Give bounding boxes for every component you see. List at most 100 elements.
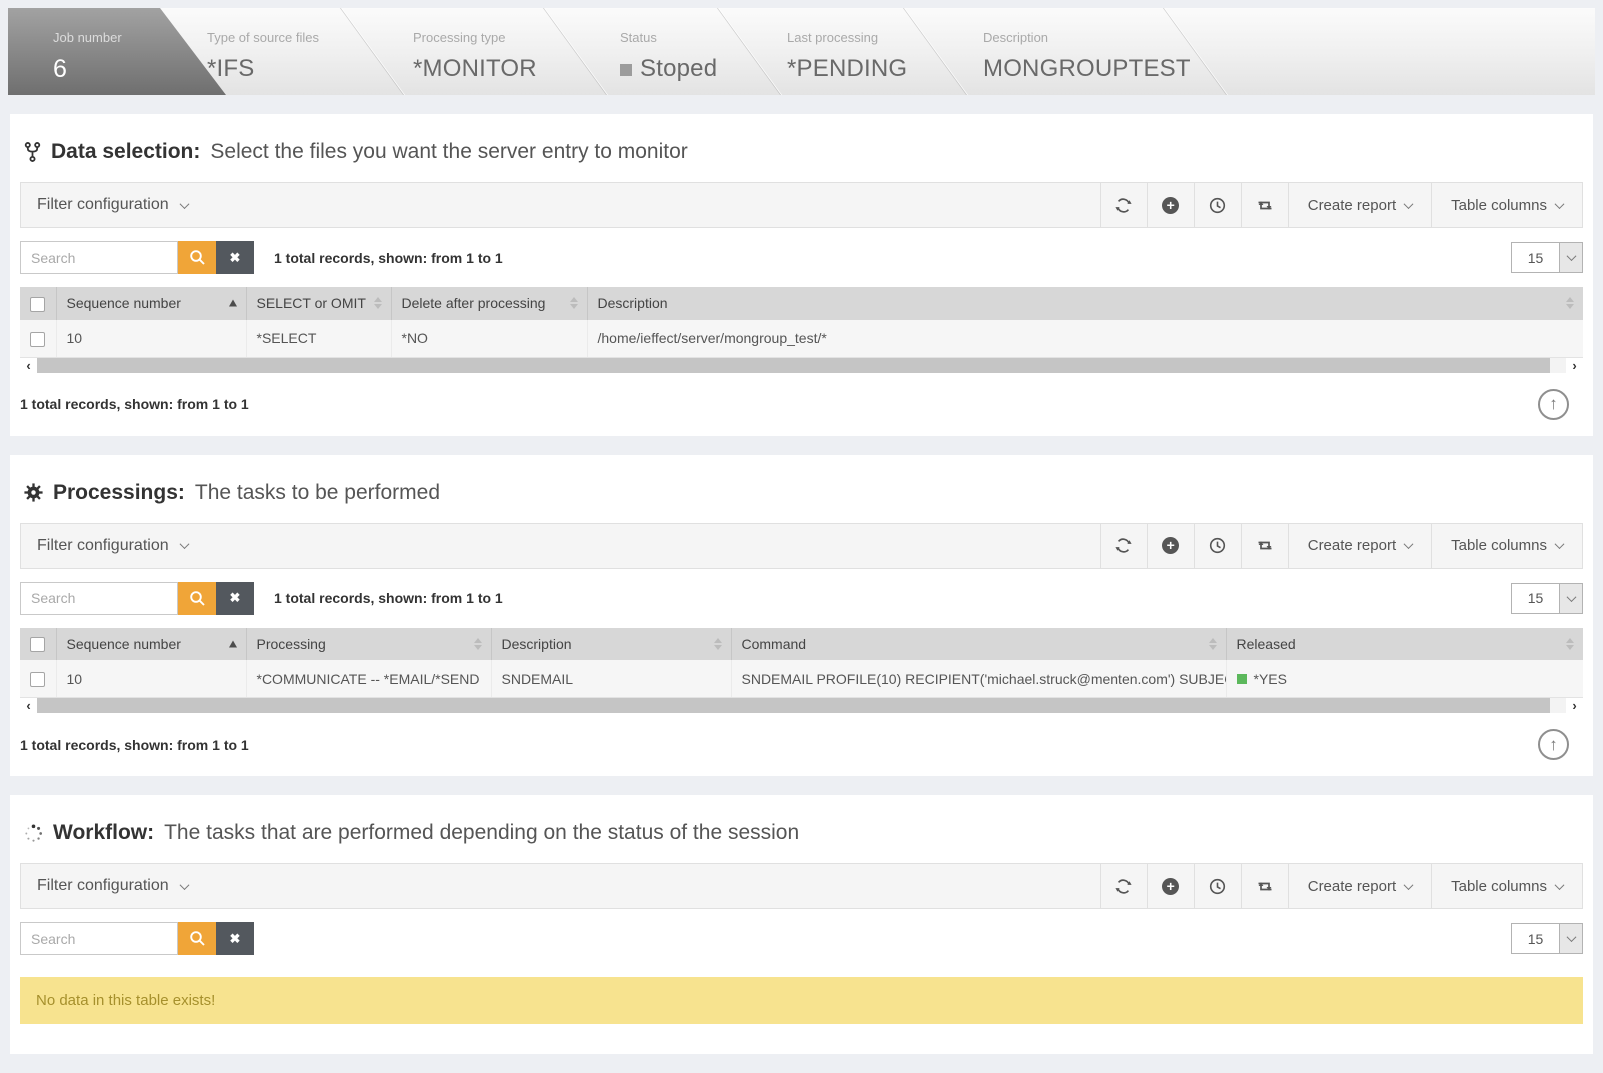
cell-sequence: 10 <box>56 320 246 357</box>
scroll-left-icon[interactable]: ‹ <box>20 358 37 373</box>
refresh-button[interactable] <box>1100 524 1147 568</box>
released-status-icon <box>1237 674 1247 684</box>
processings-table: Sequence number Processing Description C… <box>20 628 1583 699</box>
clear-search-button[interactable]: ✖ <box>216 582 254 615</box>
section-title-text: Data selection: <box>51 140 200 164</box>
column-label: Processing <box>257 636 326 652</box>
search-button[interactable] <box>178 582 216 615</box>
scrollbar-handle[interactable] <box>37 358 1550 373</box>
toolbar-actions: + Create report T <box>1100 864 1582 908</box>
table-columns-label: Table columns <box>1451 878 1547 895</box>
page-size-select[interactable]: 15 <box>1511 923 1583 954</box>
search-row: ✖ 1 total records, shown: from 1 to 1 15 <box>20 241 1583 274</box>
history-button[interactable] <box>1194 524 1241 568</box>
status-value-wrap: Stoped <box>620 55 717 83</box>
column-label: Description <box>598 295 668 311</box>
toolbar: Filter configuration + <box>20 863 1583 909</box>
filter-configuration-toggle[interactable]: Filter configuration <box>21 864 1100 908</box>
filter-configuration-toggle[interactable]: Filter configuration <box>21 183 1100 227</box>
chevron-down-icon <box>179 880 189 890</box>
table-columns-dropdown[interactable]: Table columns <box>1431 183 1582 227</box>
sort-icon <box>374 297 382 309</box>
section-subtitle: The tasks that are performed depending o… <box>164 821 799 845</box>
filter-configuration-label: Filter configuration <box>37 196 169 214</box>
chevron-down-icon <box>1555 199 1565 209</box>
toolbar-actions: + Create report T <box>1100 524 1582 568</box>
search-button[interactable] <box>178 922 216 955</box>
cell-processing: *COMMUNICATE -- *EMAIL/*SEND <box>246 660 491 697</box>
col-sequence-number[interactable]: Sequence number <box>56 628 246 661</box>
filter-configuration-toggle[interactable]: Filter configuration <box>21 524 1100 568</box>
chevron-down-icon <box>179 199 189 209</box>
select-all-checkbox[interactable] <box>30 297 45 312</box>
back-to-top-button[interactable]: ↑ <box>1538 729 1569 760</box>
create-report-label: Create report <box>1308 537 1396 554</box>
col-description[interactable]: Description <box>491 628 731 661</box>
back-to-top-button[interactable]: ↑ <box>1538 389 1569 420</box>
page-size-select[interactable]: 15 <box>1511 242 1583 273</box>
col-description[interactable]: Description <box>587 287 1583 320</box>
select-all-checkbox[interactable] <box>30 637 45 652</box>
add-record-button[interactable]: + <box>1147 524 1194 568</box>
add-record-button[interactable]: + <box>1147 864 1194 908</box>
chevron-down-icon <box>179 539 189 549</box>
section-footer: 1 total records, shown: from 1 to 1 ↑ <box>20 729 1583 760</box>
row-checkbox[interactable] <box>30 332 45 347</box>
horizontal-scrollbar: ‹ › <box>20 698 1583 713</box>
page-size-select[interactable]: 15 <box>1511 583 1583 614</box>
col-delete-after[interactable]: Delete after processing <box>391 287 587 320</box>
table-row[interactable]: 10 *SELECT *NO /home/ieffect/server/mong… <box>20 320 1583 357</box>
filter-configuration-label: Filter configuration <box>37 537 169 555</box>
sort-icon <box>1209 638 1217 650</box>
search-button[interactable] <box>178 241 216 274</box>
scroll-right-icon[interactable]: › <box>1566 698 1583 713</box>
col-sequence-number[interactable]: Sequence number <box>56 287 246 320</box>
scrollbar-track[interactable] <box>37 698 1566 713</box>
reorder-button[interactable] <box>1241 864 1288 908</box>
scrollbar-handle[interactable] <box>37 698 1550 713</box>
history-button[interactable] <box>1194 864 1241 908</box>
col-processing[interactable]: Processing <box>246 628 491 661</box>
processing-type-value: *MONITOR <box>413 55 537 83</box>
col-released[interactable]: Released <box>1226 628 1583 661</box>
col-select-or-omit[interactable]: SELECT or OMIT <box>246 287 391 320</box>
cell-select-or-omit: *SELECT <box>246 320 391 357</box>
table-columns-dropdown[interactable]: Table columns <box>1431 524 1582 568</box>
reorder-button[interactable] <box>1241 524 1288 568</box>
col-command[interactable]: Command <box>731 628 1226 661</box>
clear-search-button[interactable]: ✖ <box>216 922 254 955</box>
job-number-label: Job number <box>53 30 122 45</box>
table-row[interactable]: 10 *COMMUNICATE -- *EMAIL/*SEND SNDEMAIL… <box>20 660 1583 697</box>
page-size-chevron <box>1559 584 1582 613</box>
sort-icon <box>1566 297 1574 309</box>
source-type-label: Type of source files <box>207 30 319 45</box>
records-summary-bottom: 1 total records, shown: from 1 to 1 <box>20 396 249 412</box>
row-checkbox[interactable] <box>30 672 45 687</box>
scroll-right-icon[interactable]: › <box>1566 358 1583 373</box>
create-report-dropdown[interactable]: Create report <box>1288 864 1431 908</box>
scroll-left-icon[interactable]: ‹ <box>20 698 37 713</box>
close-icon: ✖ <box>230 931 241 947</box>
search-input[interactable] <box>20 241 178 274</box>
create-report-dropdown[interactable]: Create report <box>1288 524 1431 568</box>
create-report-dropdown[interactable]: Create report <box>1288 183 1431 227</box>
section-data-selection: Data selection: Select the files you wan… <box>10 114 1593 436</box>
sort-icon <box>1566 638 1574 650</box>
records-summary: 1 total records, shown: from 1 to 1 <box>274 590 503 606</box>
column-label: Command <box>742 636 807 652</box>
table-columns-dropdown[interactable]: Table columns <box>1431 864 1582 908</box>
retweet-icon <box>1256 538 1274 553</box>
search-input[interactable] <box>20 582 178 615</box>
refresh-button[interactable] <box>1100 864 1147 908</box>
refresh-button[interactable] <box>1100 183 1147 227</box>
add-record-button[interactable]: + <box>1147 183 1194 227</box>
search-input[interactable] <box>20 922 178 955</box>
chevron-down-icon <box>1555 539 1565 549</box>
reorder-button[interactable] <box>1241 183 1288 227</box>
history-button[interactable] <box>1194 183 1241 227</box>
job-number-segment-background <box>8 8 238 95</box>
scrollbar-track[interactable] <box>37 358 1566 373</box>
clear-search-button[interactable]: ✖ <box>216 241 254 274</box>
segment-status: Status Stoped <box>620 8 717 95</box>
released-value: *YES <box>1254 671 1287 687</box>
